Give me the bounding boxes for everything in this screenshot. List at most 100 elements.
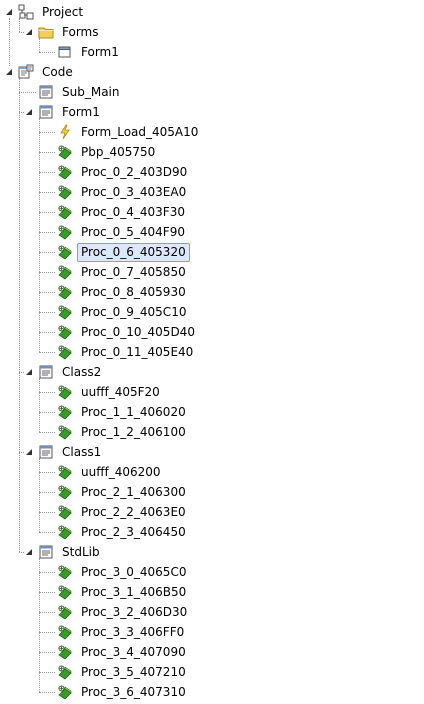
tree-node-label: Proc_3_4_407090	[81, 644, 186, 659]
tree-node-p3-5[interactable]: Proc_3_5_407210	[57, 662, 190, 682]
tree-node-p0-10[interactable]: Proc_0_10_405D40	[57, 322, 199, 342]
expand-toggle-icon[interactable]	[4, 7, 14, 17]
procedure-icon	[57, 624, 73, 640]
tree-branch-line	[39, 692, 55, 693]
tree-node-p3-2[interactable]: Proc_3_2_406D30	[57, 602, 191, 622]
module-icon	[38, 544, 54, 560]
tree-node-form-load[interactable]: Form_Load_405A10	[57, 122, 202, 142]
tree-branch-line	[39, 312, 55, 313]
tree-node-p0-3[interactable]: Proc_0_3_403EA0	[57, 182, 190, 202]
tree-node-p3-6[interactable]: Proc_3_6_407310	[57, 682, 190, 702]
tree-node-p0-2[interactable]: Proc_0_2_403D90	[57, 162, 191, 182]
module-icon	[38, 444, 54, 460]
tree-node-p1-1[interactable]: Proc_1_1_406020	[57, 402, 190, 422]
tree-node-code[interactable]: Code	[18, 62, 77, 82]
tree-node-form1-module[interactable]: Form1	[38, 102, 104, 122]
procedure-icon	[57, 344, 73, 360]
tree-node-label: Proc_3_6_407310	[81, 684, 186, 699]
tree-node-class2[interactable]: Class2	[38, 362, 105, 382]
module-icon	[38, 84, 54, 100]
tree-branch-line	[39, 52, 55, 53]
tree-node-p1-2[interactable]: Proc_1_2_406100	[57, 422, 190, 442]
tree-node-label: Forms	[62, 24, 99, 39]
tree-guide-line	[9, 18, 10, 66]
tree-node-p2-2[interactable]: Proc_2_2_4063E0	[57, 502, 190, 522]
tree-node-label: Form1	[81, 44, 119, 59]
expand-toggle-icon[interactable]	[4, 67, 14, 77]
tree-node-label: Proc_0_5_404F90	[81, 224, 185, 239]
tree-branch-line	[39, 152, 55, 153]
procedure-icon	[57, 684, 73, 700]
tree-branch-line	[39, 292, 55, 293]
tree-guide-line	[39, 118, 40, 352]
expand-toggle-icon[interactable]	[24, 107, 34, 117]
tree-node-class1[interactable]: Class1	[38, 442, 105, 462]
tree-node-p3-0[interactable]: Proc_3_0_4065C0	[57, 562, 190, 582]
procedure-icon	[57, 604, 73, 620]
tree-node-p0-6[interactable]: Proc_0_6_405320	[57, 242, 190, 262]
project-tree[interactable]: Project Forms Form1 Code Sub_Main Form1 Form_L…	[0, 0, 424, 704]
tree-node-label: Proc_2_2_4063E0	[81, 504, 186, 519]
procedure-icon	[57, 484, 73, 500]
tree-node-label: Proc_0_2_403D90	[81, 164, 188, 179]
tree-branch-line	[39, 132, 55, 133]
expand-toggle-icon[interactable]	[24, 447, 34, 457]
tree-node-label: Pbp_405750	[81, 144, 156, 159]
procedure-icon	[57, 184, 73, 200]
tree-node-p3-1[interactable]: Proc_3_1_406B50	[57, 582, 190, 602]
tree-node-p0-7[interactable]: Proc_0_7_405850	[57, 262, 190, 282]
tree-node-pbp[interactable]: Pbp_405750	[57, 142, 159, 162]
tree-node-p0-5[interactable]: Proc_0_5_404F90	[57, 222, 189, 242]
event-icon	[57, 124, 73, 140]
tree-guide-line	[39, 378, 40, 432]
tree-node-label: uufff_406200	[81, 464, 161, 479]
tree-node-label: Proc_0_3_403EA0	[81, 184, 187, 199]
procedure-icon	[57, 224, 73, 240]
tree-node-project[interactable]: Project	[18, 2, 87, 22]
folder-icon	[38, 24, 54, 40]
tree-branch-line	[39, 332, 55, 333]
tree-node-label: Proc_0_7_405850	[81, 264, 186, 279]
tree-node-p0-9[interactable]: Proc_0_9_405C10	[57, 302, 190, 322]
form-icon	[57, 44, 73, 60]
expand-toggle-icon[interactable]	[24, 547, 34, 557]
tree-branch-line	[39, 172, 55, 173]
expand-toggle-icon[interactable]	[24, 367, 34, 377]
tree-node-label: Proc_3_1_406B50	[81, 584, 187, 599]
tree-node-label: Proc_3_0_4065C0	[81, 564, 187, 579]
tree-node-uufff-406200[interactable]: uufff_406200	[57, 462, 165, 482]
tree-node-label: Proc_0_10_405D40	[81, 324, 195, 339]
tree-node-p0-11[interactable]: Proc_0_11_405E40	[57, 342, 197, 362]
tree-node-sub-main[interactable]: Sub_Main	[38, 82, 124, 102]
procedure-icon	[57, 564, 73, 580]
procedure-icon	[57, 324, 73, 340]
tree-node-label: StdLib	[62, 544, 100, 559]
tree-node-p2-1[interactable]: Proc_2_1_406300	[57, 482, 190, 502]
tree-node-p3-3[interactable]: Proc_3_3_406FF0	[57, 622, 188, 642]
tree-node-p3-4[interactable]: Proc_3_4_407090	[57, 642, 190, 662]
tree-node-forms[interactable]: Forms	[38, 22, 102, 42]
tree-node-label: Proc_1_2_406100	[81, 424, 186, 439]
tree-branch-line	[39, 632, 55, 633]
tree-node-form1-form[interactable]: Form1	[57, 42, 123, 62]
tree-branch-line	[39, 192, 55, 193]
tree-branch-line	[39, 212, 55, 213]
tree-branch-line	[39, 252, 55, 253]
tree-node-label: Proc_0_8_405930	[81, 284, 186, 299]
tree-node-p2-3[interactable]: Proc_2_3_406450	[57, 522, 190, 542]
tree-branch-line	[39, 492, 55, 493]
procedure-icon	[57, 144, 73, 160]
tree-node-uufff-405f20[interactable]: uufff_405F20	[57, 382, 164, 402]
tree-branch-line	[39, 592, 55, 593]
tree-node-label: Code	[42, 64, 73, 79]
tree-node-p0-8[interactable]: Proc_0_8_405930	[57, 282, 190, 302]
tree-branch-line	[39, 392, 55, 393]
tree-node-label: Proc_2_3_406450	[81, 524, 186, 539]
tree-node-stdlib[interactable]: StdLib	[38, 542, 104, 562]
expand-toggle-icon[interactable]	[24, 27, 34, 37]
tree-node-label: Form1	[62, 104, 100, 119]
code-icon	[18, 64, 34, 80]
tree-node-label: Proc_0_9_405C10	[81, 304, 187, 319]
tree-node-p0-4[interactable]: Proc_0_4_403F30	[57, 202, 189, 222]
procedure-icon	[57, 664, 73, 680]
